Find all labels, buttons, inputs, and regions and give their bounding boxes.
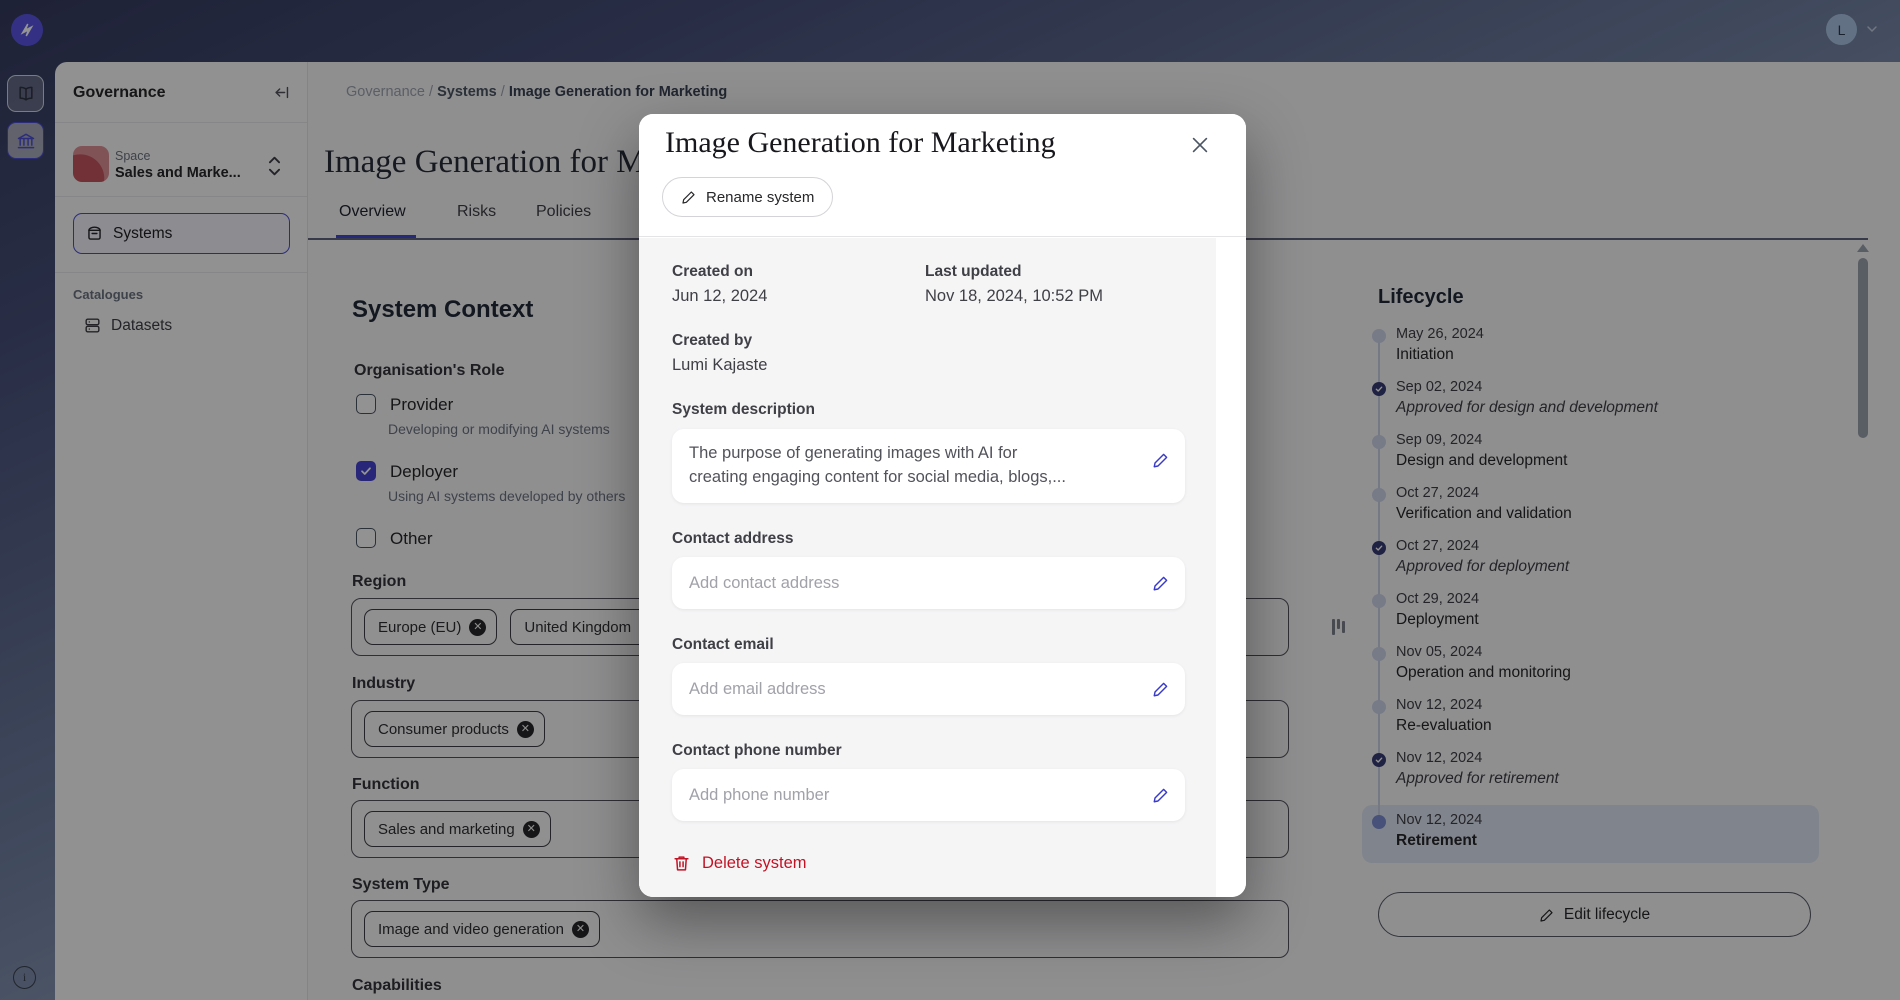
contact-phone-label: Contact phone number	[672, 742, 1185, 760]
close-icon[interactable]	[1187, 132, 1213, 158]
description-text: creating engaging content for social med…	[689, 465, 1141, 489]
created-on-value: Jun 12, 2024	[672, 287, 925, 306]
contact-email-label: Contact email	[672, 636, 1185, 654]
last-updated-value: Nov 18, 2024, 10:52 PM	[925, 287, 1103, 306]
pencil-icon	[681, 189, 697, 205]
trash-icon	[672, 854, 691, 873]
edit-contact-address-icon[interactable]	[1152, 574, 1170, 592]
modal-body: Created on Jun 12, 2024 Last updated Nov…	[639, 238, 1246, 897]
created-by-value: Lumi Kajaste	[672, 356, 1185, 375]
rename-system-button[interactable]: Rename system	[662, 177, 833, 217]
contact-email-field[interactable]: Add email address	[672, 663, 1185, 715]
system-description-label: System description	[672, 401, 1185, 419]
edit-contact-email-icon[interactable]	[1152, 680, 1170, 698]
system-details-modal: Image Generation for Marketing Rename sy…	[639, 114, 1246, 897]
edit-contact-phone-icon[interactable]	[1152, 786, 1170, 804]
modal-title: Image Generation for Marketing	[665, 126, 1056, 160]
created-on-label: Created on	[672, 263, 925, 281]
modal-header: Image Generation for Marketing Rename sy…	[639, 114, 1246, 237]
delete-system-label: Delete system	[702, 854, 807, 873]
contact-phone-field[interactable]: Add phone number	[672, 769, 1185, 821]
last-updated-label: Last updated	[925, 263, 1103, 281]
contact-address-placeholder: Add contact address	[689, 574, 839, 593]
system-description-field[interactable]: The purpose of generating images with AI…	[672, 429, 1185, 503]
contact-address-label: Contact address	[672, 530, 1185, 548]
contact-email-placeholder: Add email address	[689, 680, 826, 699]
edit-description-icon[interactable]	[1152, 451, 1170, 469]
created-by-label: Created by	[672, 332, 1185, 350]
rename-system-label: Rename system	[706, 189, 814, 206]
contact-address-field[interactable]: Add contact address	[672, 557, 1185, 609]
delete-system-button[interactable]: Delete system	[672, 854, 1185, 873]
contact-phone-placeholder: Add phone number	[689, 786, 829, 805]
description-text: The purpose of generating images with AI…	[689, 441, 1141, 465]
